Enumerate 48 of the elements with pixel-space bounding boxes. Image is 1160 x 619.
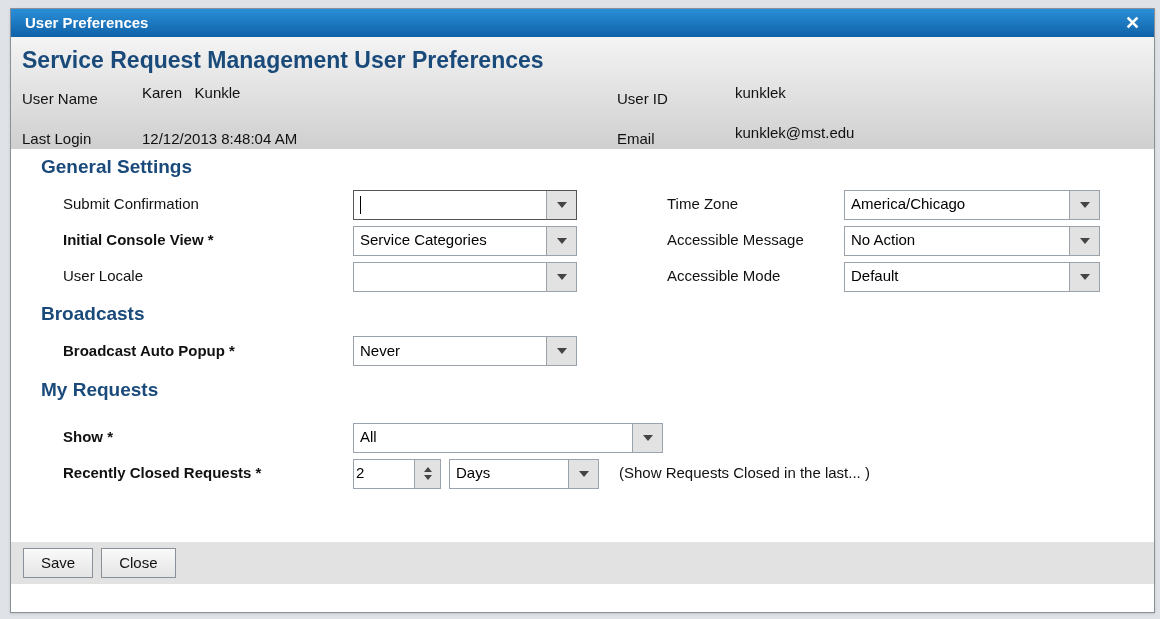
dropdown-field[interactable]: All [353, 422, 663, 453]
dropdown-caret-icon [1079, 237, 1090, 244]
field-label: Broadcast Auto Popup * [63, 340, 236, 361]
field-label: Accessible Message [667, 230, 805, 251]
dialog-button[interactable]: Save [23, 548, 94, 578]
field-label: Submit Confirmation [63, 194, 200, 215]
text-cursor [360, 195, 361, 214]
page-title: Service Request Management User Preferences [22, 46, 545, 75]
field-label: Show * [63, 427, 114, 448]
down-arrow-icon[interactable] [423, 475, 432, 480]
section-heading: General Settings [41, 155, 193, 179]
dropdown-caret-icon [556, 201, 567, 208]
info-value: Karen Kunkle [142, 82, 242, 103]
dropdown-field[interactable]: Days [449, 458, 599, 489]
dropdown-caret-icon [556, 237, 567, 244]
field-label: Time Zone [667, 194, 740, 215]
info-label: Last Login [22, 129, 93, 149]
dropdown-field[interactable]: Default [844, 261, 1100, 292]
hint-text: (Show Requests Closed in the last... ) [619, 463, 870, 484]
info-label: User Name [22, 88, 99, 109]
field-label: Initial Console View * [63, 230, 215, 251]
dropdown-caret-icon [642, 434, 653, 441]
dropdown-field[interactable]: Service Categories [353, 225, 577, 256]
number-spinner[interactable]: 2 [353, 458, 441, 489]
dropdown-field[interactable]: No Action [844, 225, 1100, 256]
section-heading: Broadcasts [41, 301, 146, 326]
info-value: kunklek [735, 82, 787, 103]
info-value: kunklek@mst.edu [735, 123, 856, 143]
info-value: 12/12/2013 8:48:04 AM [142, 129, 299, 149]
dropdown-field[interactable]: America/Chicago [844, 189, 1100, 220]
dropdown-caret-icon [1079, 201, 1090, 208]
close-button[interactable]: ✕ [1125, 9, 1140, 37]
dropdown-field[interactable]: Never [353, 336, 577, 366]
section-heading: My Requests [41, 378, 160, 402]
field-label: Recently Closed Requests * [63, 463, 263, 484]
info-label: User ID [617, 88, 669, 109]
dialog-button[interactable]: Close [101, 548, 176, 578]
dropdown-field[interactable] [353, 189, 577, 220]
up-arrow-icon[interactable] [423, 467, 432, 472]
field-label: Accessible Mode [667, 266, 782, 287]
window-title: User Preferences [25, 12, 149, 33]
info-label: Email [617, 129, 656, 149]
dropdown-caret-icon [556, 273, 567, 280]
dropdown-caret-icon [578, 470, 589, 477]
field-label: User Locale [63, 266, 145, 287]
dropdown-caret-icon [1079, 273, 1090, 280]
dropdown-caret-icon [556, 348, 567, 354]
dropdown-field[interactable] [353, 261, 577, 292]
